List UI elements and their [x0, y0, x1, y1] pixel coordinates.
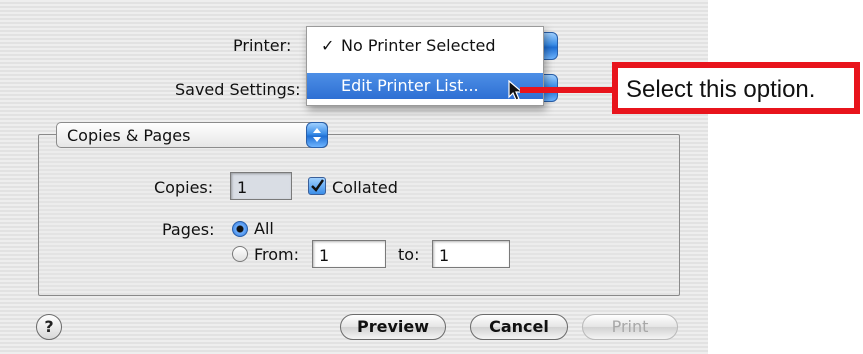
- printer-label: Printer:: [233, 36, 292, 55]
- menu-item-label: No Printer Selected: [341, 36, 496, 55]
- print-label: Print: [611, 317, 649, 336]
- help-icon[interactable]: ?: [36, 314, 62, 340]
- preview-label: Preview: [356, 317, 429, 336]
- print-button[interactable]: Print: [582, 314, 678, 340]
- copies-input[interactable]: 1: [230, 172, 292, 200]
- print-dialog: Printer: Saved Settings: ✓ No Printer Se…: [0, 0, 708, 354]
- pages-from-label: From:: [254, 245, 300, 264]
- annotation-text: Select this option.: [626, 76, 816, 103]
- preview-button[interactable]: Preview: [340, 314, 446, 340]
- menu-item-label: Edit Printer List...: [341, 76, 479, 95]
- pages-to-label: to:: [398, 245, 420, 264]
- cancel-label: Cancel: [489, 317, 549, 336]
- popup-arrows-icon: [306, 122, 328, 148]
- annotation-callout: Select this option.: [612, 62, 860, 114]
- pages-from-input[interactable]: 1: [312, 240, 386, 268]
- collated-checkbox[interactable]: [308, 177, 326, 195]
- saved-settings-label: Saved Settings:: [175, 80, 301, 99]
- copies-value: 1: [237, 178, 248, 197]
- pane-select-value: Copies & Pages: [67, 126, 191, 145]
- cancel-button[interactable]: Cancel: [470, 314, 568, 340]
- menu-item-no-printer[interactable]: ✓ No Printer Selected: [307, 33, 543, 59]
- pages-to-value: 1: [439, 246, 450, 265]
- checkmark-icon: ✓: [321, 36, 335, 55]
- pages-from-radio[interactable]: [232, 246, 248, 262]
- pages-to-input[interactable]: 1: [432, 240, 510, 268]
- copies-pages-group: [38, 134, 680, 296]
- help-label: ?: [44, 317, 54, 336]
- pages-all-radio[interactable]: [232, 221, 248, 237]
- copies-label: Copies:: [154, 178, 214, 197]
- pages-all-label: All: [254, 219, 274, 238]
- collated-label: Collated: [332, 178, 398, 197]
- callout-pointer-line: [520, 87, 614, 93]
- checkmark-icon: [311, 179, 324, 192]
- pages-from-value: 1: [319, 246, 330, 265]
- pane-select[interactable]: Copies & Pages: [56, 122, 328, 148]
- pages-label: Pages:: [162, 220, 215, 239]
